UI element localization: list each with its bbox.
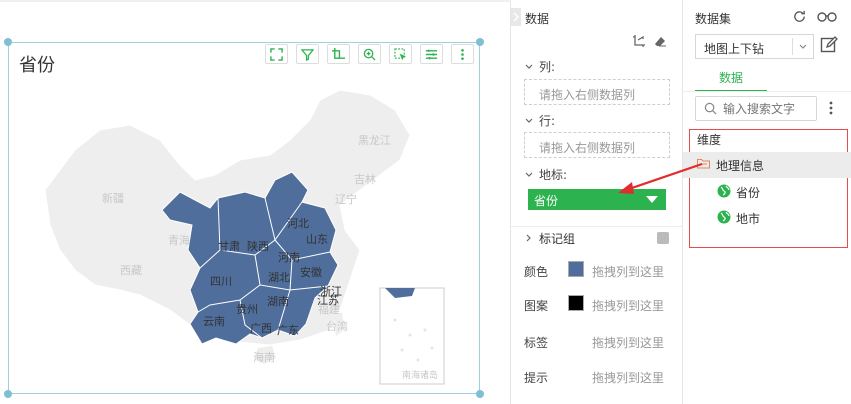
globe-icon — [717, 184, 731, 198]
folder-geo-info-label: 地理信息 — [716, 159, 765, 173]
select-button[interactable] — [389, 44, 412, 64]
zoom-in-button[interactable] — [358, 44, 381, 64]
rows-section-label: 行: — [525, 112, 555, 129]
label-property-row[interactable]: 标签 拖拽列到这里 — [524, 331, 674, 351]
label-shaanxi: 陕西 — [247, 239, 269, 253]
field-panel-title: 数据 — [525, 12, 550, 26]
swap-axes-icon[interactable] — [632, 34, 646, 48]
chart-title: 省份 — [19, 55, 55, 76]
crop-button[interactable] — [327, 44, 350, 64]
edit-icon[interactable] — [820, 36, 838, 54]
field-panel: 数据 列: 请拖入右侧数据列 行: 请拖入右侧数据列 地标: 省份 标记组 颜色… — [511, 0, 683, 404]
south-china-sea-inset — [379, 287, 445, 385]
color-property-row[interactable]: 颜色 拖拽列到这里 — [524, 260, 674, 280]
resize-handle-bottom-left[interactable] — [4, 390, 12, 398]
folder-geo-info[interactable]: 地理信息 — [683, 152, 851, 178]
tab-data[interactable]: 数据 — [695, 66, 767, 92]
label-jilin: 吉林 — [354, 172, 376, 186]
fullscreen-icon — [270, 47, 283, 61]
search-input[interactable] — [723, 100, 813, 117]
more-button[interactable] — [451, 44, 474, 64]
label-hebei: 河北 — [287, 217, 309, 230]
resize-handle-top-right[interactable] — [476, 38, 484, 46]
inset-label: 南海诸岛 — [402, 369, 438, 381]
dataset-panel: 数据集 地图上下钻 数据 维度 地理信息 省份 地市 — [683, 0, 851, 404]
more-vertical-icon[interactable] — [829, 101, 833, 115]
label-anhui: 安徽 — [300, 265, 322, 279]
geo-section-label: 地标: — [525, 166, 567, 183]
label-taiwan: 台湾 — [326, 319, 348, 333]
label-xizang: 西藏 — [120, 264, 142, 277]
list-icon — [425, 49, 438, 59]
pattern-swatch[interactable] — [568, 295, 584, 311]
mark-group-label: 标记组 — [539, 232, 576, 246]
pattern-property-row[interactable]: 图案 拖拽列到这里 — [524, 294, 674, 314]
label-sichuan: 四川 — [210, 275, 232, 288]
label-shandong: 山东 — [306, 233, 328, 246]
china-map[interactable]: 南海诸岛 新疆 西藏 青海 黑龙江 吉林 辽宁 台湾 海南 福建 甘肃 陕西 河… — [40, 80, 470, 390]
chevron-down-icon[interactable] — [799, 43, 807, 51]
collapse-panel-button[interactable] — [511, 8, 521, 26]
label-heilongjiang: 黑龙江 — [358, 134, 391, 147]
mark-group-row[interactable]: 标记组 — [511, 226, 682, 248]
search-icon — [704, 102, 717, 115]
chevron-down-icon[interactable] — [525, 117, 533, 125]
label-hainan: 海南 — [253, 350, 275, 364]
label-jiangsu: 江苏 — [317, 294, 339, 307]
canvas-top-border — [0, 0, 511, 2]
select-icon — [394, 47, 407, 60]
tab-divider — [683, 91, 851, 92]
label-guangdong: 广东 — [277, 324, 299, 337]
mark-group-settings-icon[interactable] — [657, 232, 669, 244]
fullscreen-button[interactable] — [265, 44, 288, 64]
chevron-down-icon[interactable] — [525, 63, 533, 71]
globe-icon — [717, 210, 731, 224]
crop-icon — [332, 47, 345, 59]
geo-field-pill[interactable]: 省份 — [528, 189, 666, 210]
chevron-right-icon — [513, 12, 520, 22]
refresh-icon[interactable] — [792, 9, 807, 24]
label-guangxi: 广西 — [250, 322, 272, 335]
filter-icon — [301, 48, 314, 61]
chevron-right-icon — [526, 234, 531, 242]
zoom-in-icon — [363, 48, 376, 61]
dimension-header: 维度 — [697, 133, 722, 147]
search-field[interactable] — [695, 96, 817, 121]
dataset-title: 数据集 — [695, 12, 732, 26]
label-liaoning: 辽宁 — [335, 192, 357, 206]
select-divider — [792, 38, 793, 55]
label-xinjiang: 新疆 — [102, 191, 124, 205]
label-guizhou: 贵州 — [236, 303, 258, 316]
chevron-down-icon[interactable] — [525, 171, 533, 179]
chart-canvas: 省份 南海诸岛 新疆 西藏 青海 黑龙江 吉林 辽宁 台湾 海南 福建 甘肃 陕… — [0, 0, 511, 404]
more-icon — [461, 48, 464, 60]
label-henan: 河南 — [278, 251, 300, 264]
color-swatch[interactable] — [568, 261, 584, 277]
resize-handle-bottom-right[interactable] — [476, 390, 484, 398]
label-gansu: 甘肃 — [218, 240, 240, 253]
preview-icon[interactable] — [817, 9, 837, 24]
label-hunan: 湖南 — [267, 295, 289, 308]
dataset-select-value: 地图上下钻 — [704, 42, 765, 56]
list-button[interactable] — [420, 44, 443, 64]
columns-section-label: 列: — [525, 58, 555, 75]
label-yunnan: 云南 — [203, 315, 225, 328]
chart-toolbar — [265, 44, 474, 64]
label-qinghai: 青海 — [168, 233, 190, 247]
rows-dropzone[interactable]: 请拖入右侧数据列 — [524, 132, 670, 158]
columns-dropzone[interactable]: 请拖入右侧数据列 — [524, 79, 670, 105]
folder-icon — [697, 159, 710, 169]
geo-field-label: 省份 — [534, 194, 559, 208]
resize-handle-top-left[interactable] — [4, 38, 12, 46]
label-hubei: 湖北 — [268, 271, 290, 284]
tooltip-property-row[interactable]: 提示 拖拽列到这里 — [524, 366, 674, 386]
dataset-select[interactable]: 地图上下钻 — [695, 34, 814, 59]
filter-button[interactable] — [296, 44, 319, 64]
eraser-icon[interactable] — [653, 34, 667, 48]
caret-down-icon[interactable] — [646, 196, 658, 203]
